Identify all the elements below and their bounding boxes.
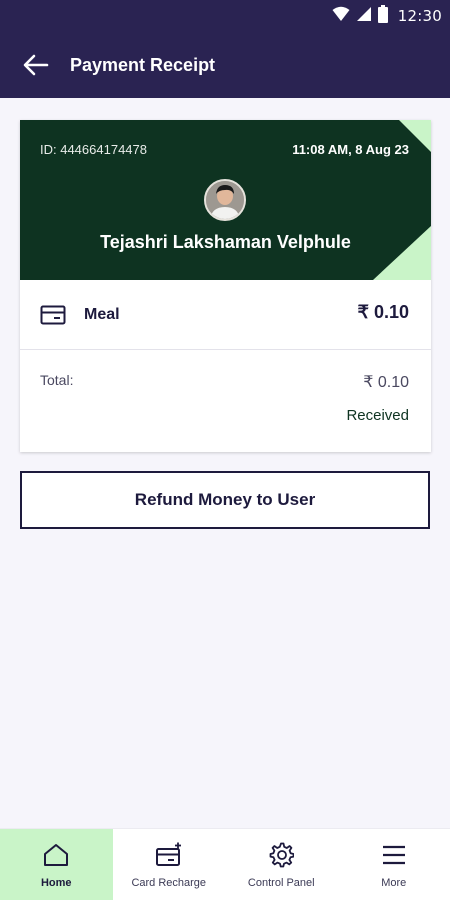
nav-label-home: Home: [40, 877, 72, 889]
payment-status: Received: [346, 407, 409, 424]
transaction-id: ID: 444664174478: [40, 142, 147, 157]
menu-icon: [380, 841, 408, 869]
receipt-card: ID: 444664174478 11:08 AM, 8 Aug 23 Teja…: [20, 120, 431, 452]
card-icon: [40, 304, 68, 326]
transaction-timestamp: 11:08 AM, 8 Aug 23: [292, 142, 409, 157]
gear-icon: [267, 841, 295, 869]
refund-button[interactable]: Refund Money to User: [20, 471, 430, 529]
wifi-icon: [332, 6, 350, 26]
page-title: Payment Receipt: [70, 54, 216, 75]
arrow-left-icon: [23, 54, 49, 76]
app-bar: Payment Receipt: [0, 40, 450, 90]
receipt-item-row: Meal ₹ 0.10: [20, 280, 431, 350]
card-recharge-icon: [155, 841, 183, 869]
battery-icon: [377, 5, 388, 27]
status-time: 12:30: [397, 7, 442, 25]
nav-item-card-recharge[interactable]: Card Recharge: [113, 829, 226, 900]
user-name: Tejashri Lakshaman Velphule: [100, 232, 351, 252]
nav-label-more: More: [381, 877, 407, 889]
status-bar: 12:30: [332, 5, 442, 27]
nav-item-control-panel[interactable]: Control Panel: [225, 829, 338, 900]
total-amount: ₹ 0.10: [363, 374, 409, 391]
avatar: [204, 179, 246, 221]
nav-label-control-panel: Control Panel: [247, 877, 315, 889]
item-amount: ₹ 0.10: [357, 302, 410, 322]
nav-label-card-recharge: Card Recharge: [131, 877, 207, 889]
bottom-nav: Home Card Recharge Control Panel More: [0, 828, 450, 900]
item-label: Meal: [84, 305, 120, 323]
home-icon: [42, 841, 70, 869]
total-label: Total:: [40, 372, 74, 388]
top-bar: 12:30 Payment Receipt: [0, 0, 450, 98]
back-button[interactable]: [18, 47, 54, 83]
nav-item-more[interactable]: More: [338, 829, 450, 900]
signal-icon: [356, 6, 372, 26]
receipt-header: ID: 444664174478 11:08 AM, 8 Aug 23 Teja…: [20, 120, 431, 280]
nav-item-home[interactable]: Home: [0, 829, 113, 900]
